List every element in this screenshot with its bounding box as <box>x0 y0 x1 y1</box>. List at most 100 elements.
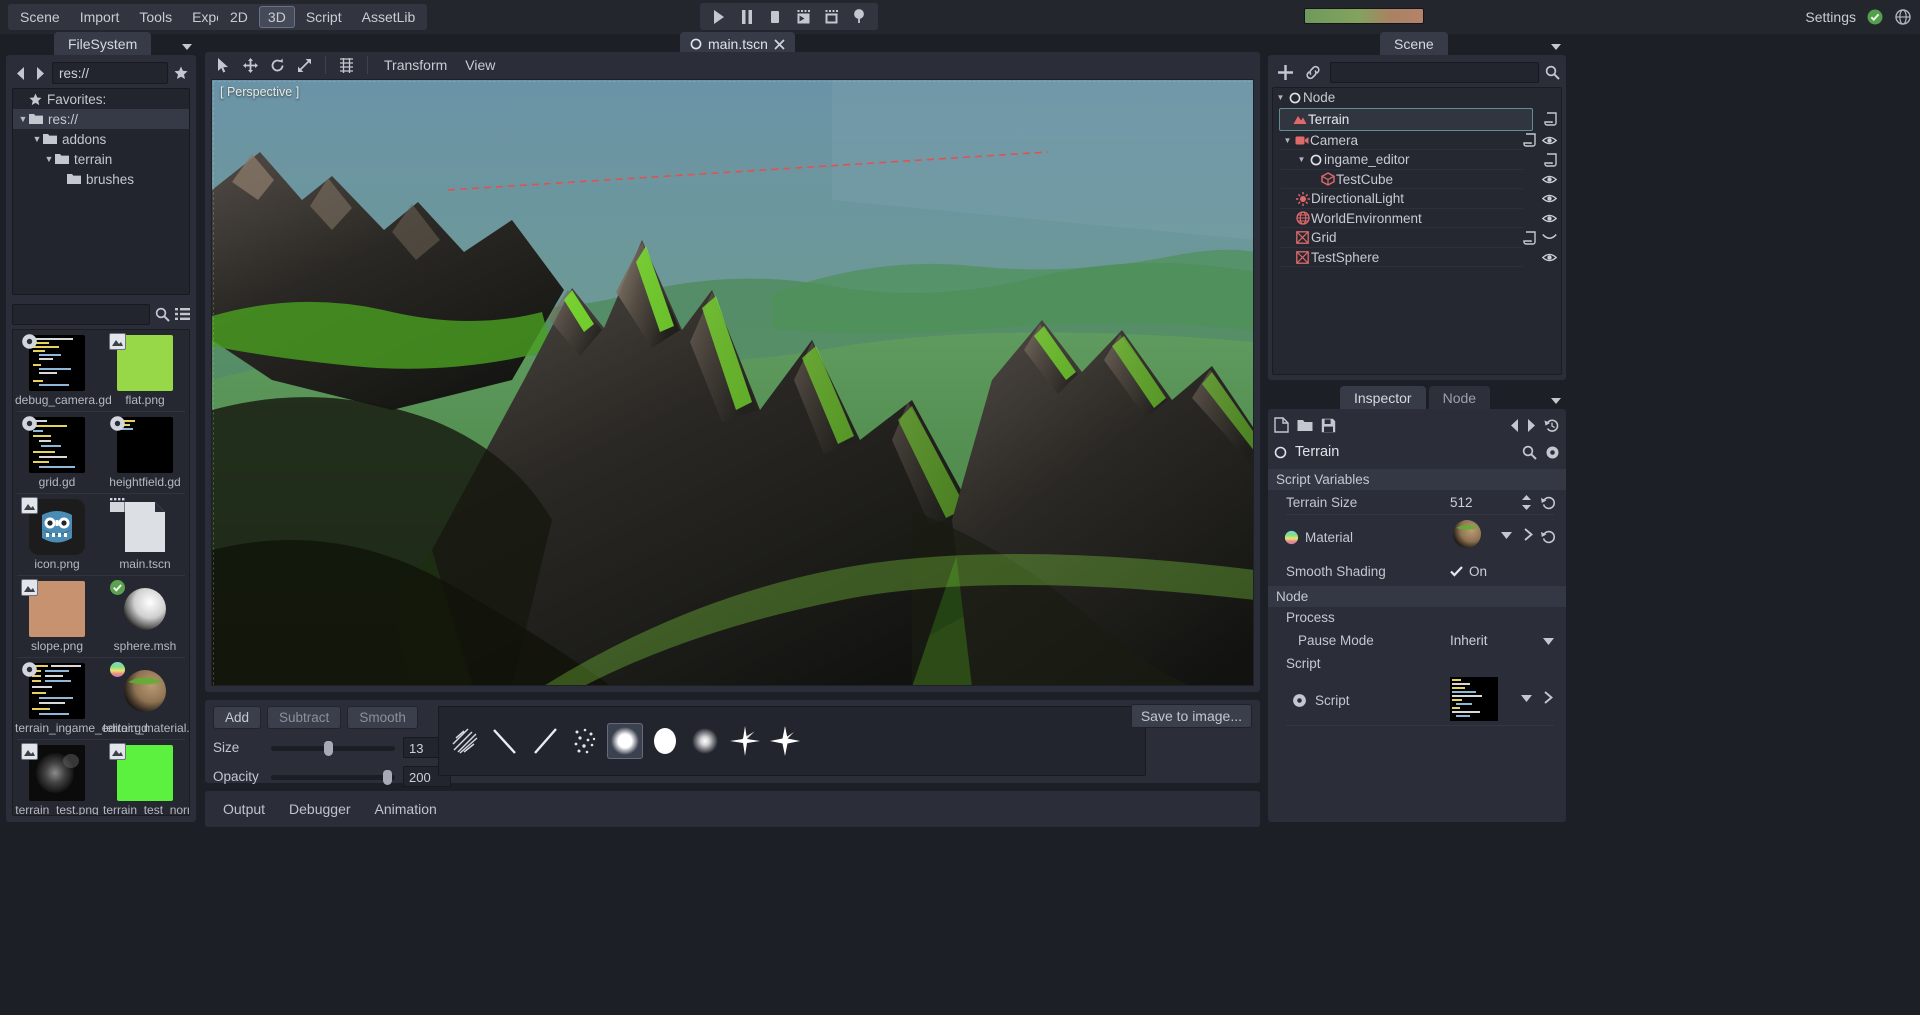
scene-node-grid[interactable]: Grid <box>1273 228 1561 248</box>
new-resource-icon[interactable] <box>1274 417 1289 433</box>
save-resource-icon[interactable] <box>1321 418 1336 433</box>
file-item[interactable]: icon.png <box>13 494 101 575</box>
mode-3d[interactable]: 3D <box>258 6 295 28</box>
property-smooth-shading[interactable]: Smooth Shading On <box>1268 559 1566 584</box>
save-to-image-button[interactable]: Save to image... <box>1130 704 1252 728</box>
script-preview[interactable] <box>1450 677 1498 724</box>
file-item[interactable]: terrain_material.tres <box>101 658 189 739</box>
file-item[interactable]: flat.png <box>101 330 189 411</box>
brush-scribble-icon[interactable] <box>447 723 483 759</box>
file-search-input[interactable] <box>12 303 150 325</box>
spinner-arrows-icon[interactable] <box>1521 495 1532 510</box>
play-custom-scene-button[interactable] <box>818 5 844 28</box>
scene-filter-input[interactable] <box>1330 61 1539 83</box>
brush-hard-round-icon[interactable] <box>647 723 683 759</box>
chevron-down-icon[interactable] <box>1521 694 1532 702</box>
file-item[interactable]: main.tscn <box>101 494 189 575</box>
scene-node-ingame-editor[interactable]: ▼ ingame_editor <box>1273 150 1561 170</box>
list-view-icon[interactable] <box>175 307 190 321</box>
scene-node-node[interactable]: ▼ Node <box>1273 88 1561 108</box>
move-tool-icon[interactable] <box>238 54 263 76</box>
file-grid[interactable]: debug_camera.gd flat.png grid.gd heightf… <box>12 329 190 816</box>
property-pause-mode[interactable]: Pause Mode Inherit <box>1268 628 1566 653</box>
tree-row-terrain[interactable]: ▼ terrain <box>13 149 189 169</box>
scene-node-camera[interactable]: ▼ Camera <box>1273 131 1561 150</box>
menu-import[interactable]: Import <box>70 6 130 28</box>
nav-forward-icon[interactable] <box>32 63 48 83</box>
check-circle-icon[interactable] <box>1866 8 1884 26</box>
property-value[interactable]: Inherit <box>1450 633 1488 648</box>
filesystem-collapse-icon[interactable] <box>180 39 194 56</box>
tree-row-addons[interactable]: ▼ addons <box>13 129 189 149</box>
history-next-icon[interactable] <box>1527 418 1536 432</box>
brush-star-icon[interactable] <box>727 723 763 759</box>
brush-size-slider[interactable] <box>271 740 395 756</box>
scene-node-directionallight[interactable]: DirectionalLight <box>1273 189 1561 209</box>
inspector-collapse-icon[interactable] <box>1549 393 1563 410</box>
scene-tree[interactable]: ▼ Node Terrain ▼ Camera ▼ ingame_editor … <box>1272 87 1562 375</box>
brush-stroke-left-icon[interactable] <box>487 723 523 759</box>
search-icon[interactable] <box>1545 65 1560 80</box>
tree-arrow-icon[interactable]: ▼ <box>17 109 29 129</box>
property-terrain-size[interactable]: Terrain Size 512 <box>1268 490 1566 515</box>
viewport-menu-transform[interactable]: Transform <box>376 54 455 76</box>
revert-icon[interactable] <box>1541 529 1556 544</box>
visibility-eye-icon[interactable] <box>1542 252 1557 263</box>
select-tool-icon[interactable] <box>211 54 236 76</box>
tab-node[interactable]: Node <box>1428 386 1491 411</box>
viewport-menu-view[interactable]: View <box>457 54 503 76</box>
snap-tool-icon[interactable] <box>334 54 359 76</box>
property-material[interactable]: Material <box>1268 515 1566 559</box>
menu-scene[interactable]: Scene <box>10 6 70 28</box>
script-icon[interactable] <box>1523 231 1536 245</box>
history-icon[interactable] <box>1544 418 1560 433</box>
brush-small-soft-icon[interactable] <box>687 723 723 759</box>
scale-tool-icon[interactable] <box>292 54 317 76</box>
add-node-button[interactable] <box>1274 61 1296 83</box>
brush-mode-add[interactable]: Add <box>213 706 262 729</box>
play-scene-button[interactable] <box>790 5 816 28</box>
network-icon[interactable] <box>1894 8 1912 26</box>
slider-handle[interactable] <box>324 740 333 756</box>
open-resource-icon[interactable] <box>1297 418 1313 432</box>
nav-back-icon[interactable] <box>12 63 28 83</box>
expand-arrow-icon[interactable]: ▼ <box>1282 136 1293 145</box>
scene-node-terrain[interactable]: Terrain <box>1273 107 1561 131</box>
path-input[interactable]: res:// <box>52 62 168 84</box>
file-item[interactable]: slope.png <box>13 576 101 657</box>
mode-script[interactable]: Script <box>297 6 351 28</box>
expand-arrow-icon[interactable]: ▼ <box>1275 93 1286 102</box>
tab-inspector[interactable]: Inspector <box>1340 386 1426 411</box>
slider-handle[interactable] <box>383 769 392 785</box>
scene-node-testsphere[interactable]: TestSphere <box>1273 248 1561 267</box>
play-button[interactable] <box>706 5 732 28</box>
scene-node-worldenvironment[interactable]: WorldEnvironment <box>1273 209 1561 228</box>
file-item[interactable]: terrain_ingame_editor.gd <box>13 658 148 739</box>
history-prev-icon[interactable] <box>1510 418 1519 432</box>
tab-output[interactable]: Output <box>213 796 275 822</box>
mode-2d[interactable]: 2D <box>221 6 257 28</box>
visibility-eye-icon[interactable] <box>1542 193 1557 204</box>
stop-button[interactable] <box>762 5 788 28</box>
checkbox-checked-icon[interactable] <box>1450 565 1463 578</box>
search-icon[interactable] <box>1522 445 1537 460</box>
property-value[interactable]: 512 <box>1450 495 1473 510</box>
rotate-tool-icon[interactable] <box>265 54 290 76</box>
file-item[interactable]: grid.gd <box>13 412 101 493</box>
tree-arrow-icon[interactable]: ▼ <box>43 149 55 169</box>
file-item[interactable]: debug_camera.gd <box>13 330 112 411</box>
material-preview[interactable] <box>1450 517 1484 554</box>
file-item[interactable]: terrain_test_normal_map.png <box>101 740 189 815</box>
close-icon[interactable] <box>774 38 785 50</box>
mode-assetlib[interactable]: AssetLib <box>353 6 425 28</box>
property-script[interactable]: Script <box>1268 674 1566 726</box>
file-item[interactable]: terrain_test.png <box>13 740 101 815</box>
chevron-down-icon[interactable] <box>1501 531 1512 539</box>
tab-animation[interactable]: Animation <box>365 796 447 822</box>
brush-soft-round-icon[interactable] <box>607 723 643 759</box>
filesystem-tree[interactable]: Favorites: ▼ res:// ▼ addons ▼ terrain b… <box>12 88 190 295</box>
instance-scene-button[interactable] <box>1302 61 1324 83</box>
3d-viewport[interactable]: [ Perspective ] <box>211 79 1254 686</box>
gear-icon[interactable] <box>1545 445 1560 460</box>
tree-row-brushes[interactable]: brushes <box>13 169 189 189</box>
